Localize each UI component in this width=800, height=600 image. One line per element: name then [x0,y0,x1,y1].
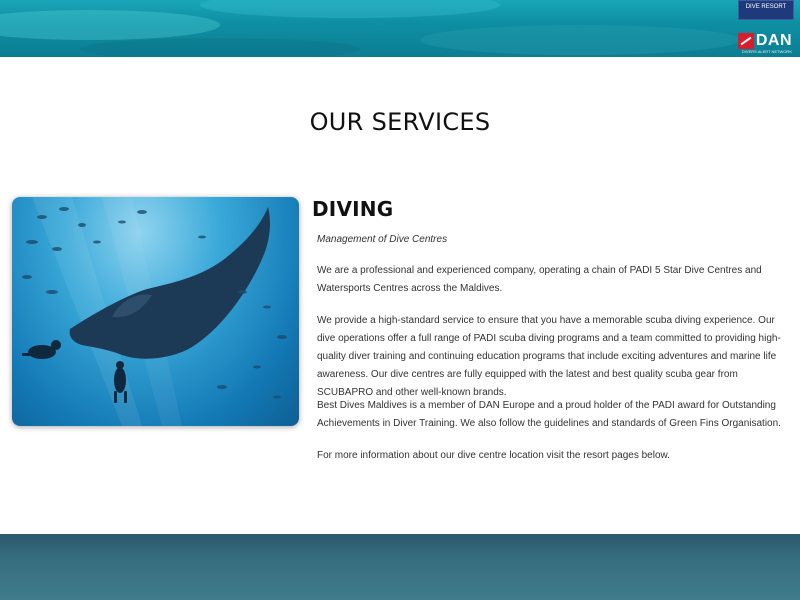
resort-logo[interactable]: DIVE RESORT [738,0,794,20]
water-ripple [0,10,220,40]
diving-photo [12,197,299,426]
dive-flag-icon [737,33,754,49]
resort-logo-text: DIVE RESORT [745,4,787,10]
service-subtitle: Management of Dive Centres [317,234,448,245]
service-paragraph: For more information about our dive cent… [317,450,670,461]
water-ripple [420,25,740,55]
service-paragraph: Best Dives Maldives is a member of DAN E… [317,400,781,429]
manta-ray-illustration [22,197,287,426]
dan-logo-text: DAN [755,32,792,49]
dan-tagline: DIVERS ALERT NETWORK [741,49,792,54]
dan-logo[interactable]: DAN [737,31,792,51]
footer-banner [0,534,800,600]
water-ripple [200,0,500,18]
service-paragraph: We are a professional and experienced co… [317,265,762,294]
service-paragraph: We provide a high-standard service to en… [317,315,781,398]
header-banner: DIVE RESORT DAN DIVERS ALERT NETWORK [0,0,800,57]
page-title: OUR SERVICES [309,108,491,136]
service-title: DIVING [312,197,394,221]
water-ripple [80,38,360,57]
